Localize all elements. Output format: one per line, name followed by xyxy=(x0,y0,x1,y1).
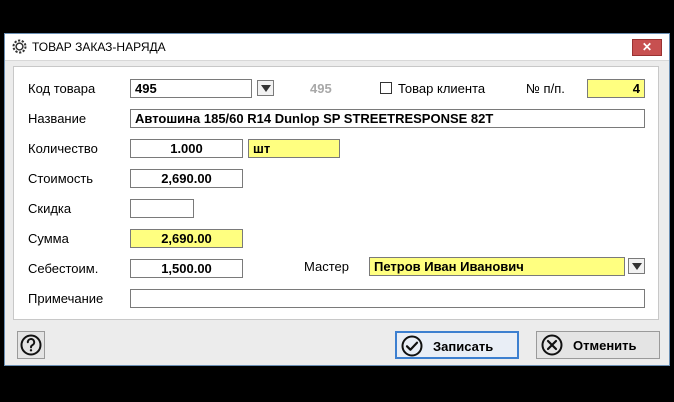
cost-input[interactable]: 2,690.00 xyxy=(130,169,243,188)
master-label: Мастер xyxy=(304,259,349,274)
discount-label: Скидка xyxy=(28,201,72,216)
cancel-icon xyxy=(541,334,563,356)
client-item-checkbox[interactable] xyxy=(380,82,392,94)
cost-label: Стоимость xyxy=(28,171,94,186)
note-input[interactable] xyxy=(130,289,645,308)
close-button[interactable]: ✕ xyxy=(632,39,662,56)
client-item-label: Товар клиента xyxy=(398,81,486,96)
help-icon xyxy=(20,334,42,356)
master-field[interactable]: Петров Иван Иванович xyxy=(369,257,625,276)
code-label: Код товара xyxy=(28,81,96,96)
selfcost-label: Себестоим. xyxy=(28,261,99,276)
window-title: ТОВАР ЗАКАЗ-НАРЯДА xyxy=(32,40,166,54)
quantity-input[interactable]: 1.000 xyxy=(130,139,243,158)
selfcost-input[interactable]: 1,500.00 xyxy=(130,259,243,278)
cancel-button[interactable]: Отменить xyxy=(536,331,660,359)
sum-field[interactable]: 2,690.00 xyxy=(130,229,243,248)
help-button[interactable] xyxy=(17,331,45,359)
dialog-window: ТОВАР ЗАКАЗ-НАРЯДА ✕ Код товара 495 495 … xyxy=(4,33,670,366)
unit-field[interactable]: шт xyxy=(248,139,340,158)
quantity-label: Количество xyxy=(28,141,98,156)
save-button[interactable]: Записать xyxy=(395,331,519,359)
name-input[interactable]: Автошина 185/60 R14 Dunlop SP STREETRESP… xyxy=(130,109,645,128)
code-dropdown-button[interactable] xyxy=(257,80,274,96)
cancel-button-label: Отменить xyxy=(573,338,637,353)
position-label: № п/п. xyxy=(526,81,565,96)
name-label: Название xyxy=(28,111,87,126)
discount-input[interactable] xyxy=(130,199,194,218)
form-panel: Код товара 495 495 Товар клиента № п/п. … xyxy=(13,66,659,320)
code-input[interactable]: 495 xyxy=(130,79,252,98)
sum-label: Сумма xyxy=(28,231,69,246)
code-echo: 495 xyxy=(310,81,332,96)
master-dropdown-button[interactable] xyxy=(628,258,645,274)
checkmark-icon xyxy=(401,335,423,357)
note-label: Примечание xyxy=(28,291,104,306)
title-bar[interactable]: ТОВАР ЗАКАЗ-НАРЯДА ✕ xyxy=(5,34,669,61)
position-field[interactable]: 4 xyxy=(587,79,645,98)
save-button-label: Записать xyxy=(433,339,494,354)
gear-icon xyxy=(12,39,27,54)
